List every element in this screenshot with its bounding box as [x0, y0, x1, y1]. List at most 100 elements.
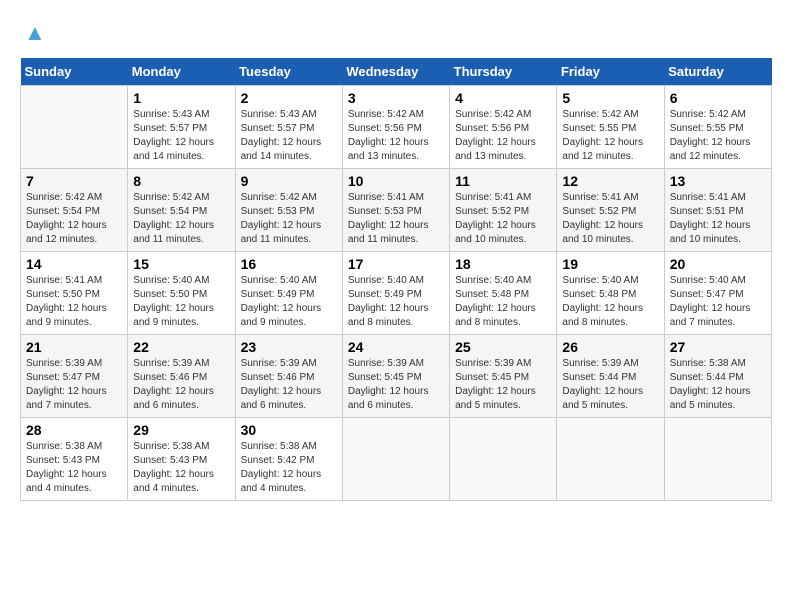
day-info: Sunrise: 5:41 AM Sunset: 5:50 PM Dayligh…: [26, 274, 122, 330]
day-number: 4: [455, 90, 551, 106]
day-number: 14: [26, 256, 122, 272]
calendar-cell: 6 Sunrise: 5:42 AM Sunset: 5:55 PM Daylig…: [664, 86, 771, 169]
day-info: Sunrise: 5:42 AM Sunset: 5:56 PM Dayligh…: [348, 108, 444, 164]
day-info: Sunrise: 5:38 AM Sunset: 5:43 PM Dayligh…: [26, 440, 122, 496]
day-info: Sunrise: 5:43 AM Sunset: 5:57 PM Dayligh…: [241, 108, 337, 164]
day-info: Sunrise: 5:38 AM Sunset: 5:42 PM Dayligh…: [241, 440, 337, 496]
calendar-cell: [450, 418, 557, 501]
day-number: 15: [133, 256, 229, 272]
calendar-cell: 5Sunrise: 5:42 AM Sunset: 5:55 PM Daylig…: [557, 86, 664, 169]
calendar-cell: 26 Sunrise: 5:39 AM Sunset: 5:44 PM Dayli…: [557, 335, 664, 418]
day-number: 30: [241, 422, 337, 438]
day-info: Sunrise: 5:43 AM Sunset: 5:57 PM Dayligh…: [133, 108, 229, 164]
day-number: 18: [455, 256, 551, 272]
day-info: Sunrise: 5:39 AM Sunset: 5:46 PM Dayligh…: [133, 357, 229, 413]
day-number: 2: [241, 90, 337, 106]
day-number: 12: [562, 173, 658, 189]
day-info: Sunrise: 5:41 AM Sunset: 5:51 PM Dayligh…: [670, 191, 766, 247]
weekday-header-row: SundayMondayTuesdayWednesdayThursdayFrid…: [21, 58, 772, 86]
calendar-week-row: 1 Sunrise: 5:43 AM Sunset: 5:57 PM Daylig…: [21, 86, 772, 169]
day-number: 24: [348, 339, 444, 355]
calendar-cell: 9 Sunrise: 5:42 AM Sunset: 5:53 PM Daylig…: [235, 169, 342, 252]
day-number: 16: [241, 256, 337, 272]
day-info: Sunrise: 5:40 AM Sunset: 5:50 PM Dayligh…: [133, 274, 229, 330]
day-number: 10: [348, 173, 444, 189]
calendar-cell: 20 Sunrise: 5:40 AM Sunset: 5:47 PM Dayli…: [664, 252, 771, 335]
day-info: Sunrise: 5:39 AM Sunset: 5:45 PM Dayligh…: [455, 357, 551, 413]
day-number: 26: [562, 339, 658, 355]
calendar-cell: 14 Sunrise: 5:41 AM Sunset: 5:50 PM Dayli…: [21, 252, 128, 335]
day-info: Sunrise: 5:38 AM Sunset: 5:43 PM Dayligh…: [133, 440, 229, 496]
day-number: 20: [670, 256, 766, 272]
day-number: 23: [241, 339, 337, 355]
calendar-cell: 22Sunrise: 5:39 AM Sunset: 5:46 PM Dayli…: [128, 335, 235, 418]
weekday-header-wednesday: Wednesday: [342, 58, 449, 86]
day-number: 6: [670, 90, 766, 106]
calendar-cell: 10 Sunrise: 5:41 AM Sunset: 5:53 PM Dayli…: [342, 169, 449, 252]
calendar-cell: 3 Sunrise: 5:42 AM Sunset: 5:56 PM Daylig…: [342, 86, 449, 169]
calendar-cell: 11Sunrise: 5:41 AM Sunset: 5:52 PM Dayli…: [450, 169, 557, 252]
day-info: Sunrise: 5:39 AM Sunset: 5:44 PM Dayligh…: [562, 357, 658, 413]
day-info: Sunrise: 5:40 AM Sunset: 5:48 PM Dayligh…: [455, 274, 551, 330]
day-info: Sunrise: 5:41 AM Sunset: 5:53 PM Dayligh…: [348, 191, 444, 247]
weekday-header-sunday: Sunday: [21, 58, 128, 86]
day-number: 13: [670, 173, 766, 189]
day-number: 21: [26, 339, 122, 355]
calendar-cell: [664, 418, 771, 501]
calendar-cell: 13 Sunrise: 5:41 AM Sunset: 5:51 PM Dayli…: [664, 169, 771, 252]
day-number: 9: [241, 173, 337, 189]
calendar-cell: 24 Sunrise: 5:39 AM Sunset: 5:45 PM Dayli…: [342, 335, 449, 418]
calendar-cell: 17Sunrise: 5:40 AM Sunset: 5:49 PM Dayli…: [342, 252, 449, 335]
day-number: 29: [133, 422, 229, 438]
calendar-cell: 23 Sunrise: 5:39 AM Sunset: 5:46 PM Dayli…: [235, 335, 342, 418]
calendar-cell: 4 Sunrise: 5:42 AM Sunset: 5:56 PM Daylig…: [450, 86, 557, 169]
day-info: Sunrise: 5:39 AM Sunset: 5:46 PM Dayligh…: [241, 357, 337, 413]
calendar-cell: 16 Sunrise: 5:40 AM Sunset: 5:49 PM Dayli…: [235, 252, 342, 335]
calendar-cell: [557, 418, 664, 501]
calendar-week-row: 21Sunrise: 5:39 AM Sunset: 5:47 PM Dayli…: [21, 335, 772, 418]
weekday-header-friday: Friday: [557, 58, 664, 86]
calendar-cell: 21Sunrise: 5:39 AM Sunset: 5:47 PM Dayli…: [21, 335, 128, 418]
day-number: 5: [562, 90, 658, 106]
day-info: Sunrise: 5:40 AM Sunset: 5:48 PM Dayligh…: [562, 274, 658, 330]
day-info: Sunrise: 5:42 AM Sunset: 5:54 PM Dayligh…: [26, 191, 122, 247]
calendar-cell: 8 Sunrise: 5:42 AM Sunset: 5:54 PM Daylig…: [128, 169, 235, 252]
day-number: 11: [455, 173, 551, 189]
calendar-cell: 18 Sunrise: 5:40 AM Sunset: 5:48 PM Dayli…: [450, 252, 557, 335]
calendar-table: SundayMondayTuesdayWednesdayThursdayFrid…: [20, 58, 772, 501]
day-number: 1: [133, 90, 229, 106]
day-number: 25: [455, 339, 551, 355]
calendar-cell: 29 Sunrise: 5:38 AM Sunset: 5:43 PM Dayli…: [128, 418, 235, 501]
calendar-week-row: 7 Sunrise: 5:42 AM Sunset: 5:54 PM Daylig…: [21, 169, 772, 252]
day-number: 27: [670, 339, 766, 355]
logo-bird-icon: ▲: [24, 20, 46, 46]
day-number: 8: [133, 173, 229, 189]
day-info: Sunrise: 5:40 AM Sunset: 5:49 PM Dayligh…: [348, 274, 444, 330]
day-info: Sunrise: 5:41 AM Sunset: 5:52 PM Dayligh…: [562, 191, 658, 247]
day-info: Sunrise: 5:40 AM Sunset: 5:49 PM Dayligh…: [241, 274, 337, 330]
day-number: 28: [26, 422, 122, 438]
calendar-cell: 12 Sunrise: 5:41 AM Sunset: 5:52 PM Dayli…: [557, 169, 664, 252]
day-number: 7: [26, 173, 122, 189]
weekday-header-tuesday: Tuesday: [235, 58, 342, 86]
calendar-cell: 19 Sunrise: 5:40 AM Sunset: 5:48 PM Dayli…: [557, 252, 664, 335]
calendar-week-row: 14 Sunrise: 5:41 AM Sunset: 5:50 PM Dayli…: [21, 252, 772, 335]
weekday-header-thursday: Thursday: [450, 58, 557, 86]
calendar-cell: 2 Sunrise: 5:43 AM Sunset: 5:57 PM Daylig…: [235, 86, 342, 169]
weekday-header-monday: Monday: [128, 58, 235, 86]
calendar-cell: 27Sunrise: 5:38 AM Sunset: 5:44 PM Dayli…: [664, 335, 771, 418]
calendar-cell: 30 Sunrise: 5:38 AM Sunset: 5:42 PM Dayli…: [235, 418, 342, 501]
calendar-cell: 7 Sunrise: 5:42 AM Sunset: 5:54 PM Daylig…: [21, 169, 128, 252]
day-info: Sunrise: 5:40 AM Sunset: 5:47 PM Dayligh…: [670, 274, 766, 330]
calendar-cell: [21, 86, 128, 169]
calendar-cell: 25 Sunrise: 5:39 AM Sunset: 5:45 PM Dayli…: [450, 335, 557, 418]
day-info: Sunrise: 5:42 AM Sunset: 5:54 PM Dayligh…: [133, 191, 229, 247]
day-number: 3: [348, 90, 444, 106]
calendar-week-row: 28 Sunrise: 5:38 AM Sunset: 5:43 PM Dayli…: [21, 418, 772, 501]
day-info: Sunrise: 5:42 AM Sunset: 5:53 PM Dayligh…: [241, 191, 337, 247]
day-info: Sunrise: 5:42 AM Sunset: 5:56 PM Dayligh…: [455, 108, 551, 164]
day-info: Sunrise: 5:42 AM Sunset: 5:55 PM Dayligh…: [670, 108, 766, 164]
day-number: 19: [562, 256, 658, 272]
day-info: Sunrise: 5:39 AM Sunset: 5:45 PM Dayligh…: [348, 357, 444, 413]
calendar-cell: 15 Sunrise: 5:40 AM Sunset: 5:50 PM Dayli…: [128, 252, 235, 335]
